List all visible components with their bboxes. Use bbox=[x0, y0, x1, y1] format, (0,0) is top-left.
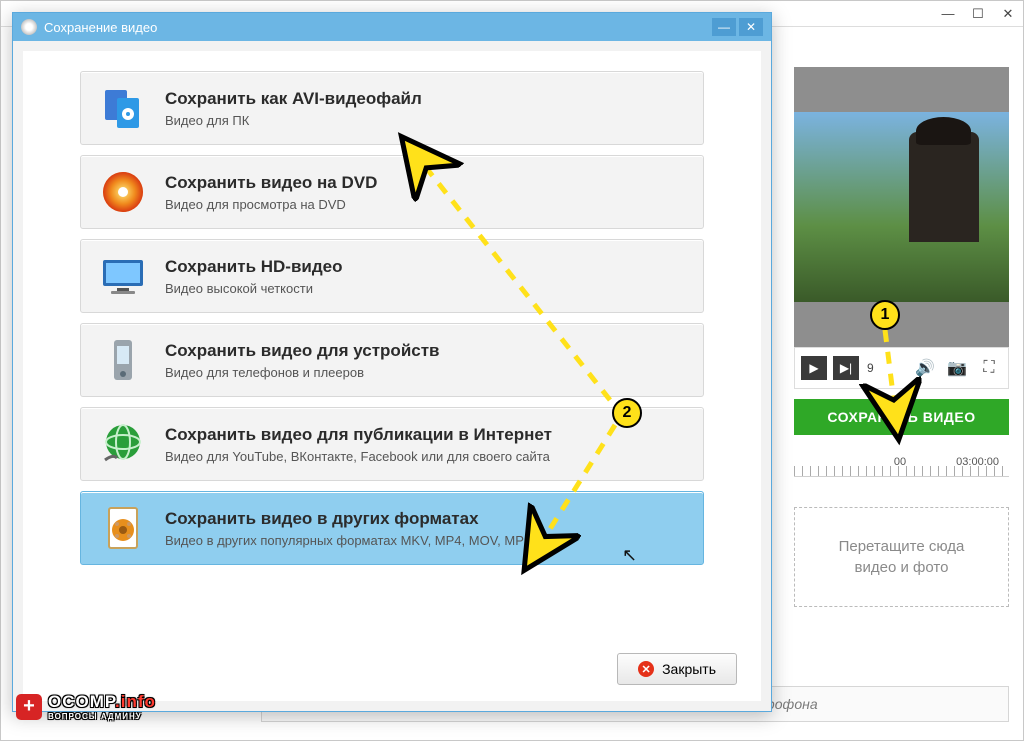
main-minimize-button[interactable]: — bbox=[935, 4, 961, 24]
annotation-badge-2: 2 bbox=[612, 398, 642, 428]
annotation-badge-1: 1 bbox=[870, 300, 900, 330]
preview-padding-top bbox=[794, 67, 1009, 112]
volume-icon[interactable]: 🔊 bbox=[912, 356, 938, 380]
option-save-hd[interactable]: Сохранить HD-видео Видео высокой четкост… bbox=[80, 239, 704, 313]
save-video-dialog: Сохранение видео — ✕ Сохранить как AVI-в… bbox=[12, 12, 772, 712]
option-save-devices[interactable]: Сохранить видео для устройств Видео для … bbox=[80, 323, 704, 397]
ruler-tick: 03:00:00 bbox=[956, 456, 999, 468]
option-save-avi[interactable]: Сохранить как AVI-видеофайл Видео для ПК bbox=[80, 71, 704, 145]
option-subtitle: Видео для ПК bbox=[165, 113, 422, 128]
dropzone-text: Перетащите сюда bbox=[805, 536, 998, 557]
option-subtitle: Видео высокой четкости bbox=[165, 281, 343, 296]
option-subtitle: Видео для телефонов и плееров bbox=[165, 365, 440, 380]
option-subtitle: Видео для YouTube, ВКонтакте, Facebook и… bbox=[165, 449, 552, 464]
video-frame bbox=[794, 112, 1009, 302]
dialog-close-button[interactable]: ✕ Закрыть bbox=[617, 653, 737, 685]
preview-padding-bottom bbox=[794, 302, 1009, 347]
option-title: Сохранить видео в других форматах bbox=[165, 509, 568, 529]
option-save-web[interactable]: Сохранить видео для публикации в Интерне… bbox=[80, 407, 704, 481]
option-title: Сохранить как AVI-видеофайл bbox=[165, 89, 422, 109]
mobile-device-icon bbox=[99, 336, 147, 384]
option-save-other-formats[interactable]: Сохранить видео в других форматах Видео … bbox=[80, 491, 704, 565]
globe-icon bbox=[99, 420, 147, 468]
cursor-icon: ↖ bbox=[622, 545, 637, 566]
option-title: Сохранить видео на DVD bbox=[165, 173, 377, 193]
dialog-icon bbox=[21, 19, 37, 35]
dvd-disc-icon bbox=[99, 168, 147, 216]
close-button-label: Закрыть bbox=[662, 661, 716, 677]
option-save-dvd[interactable]: Сохранить видео на DVD Видео для просмот… bbox=[80, 155, 704, 229]
snapshot-icon[interactable]: 📷 bbox=[944, 356, 970, 380]
option-title: Сохранить HD-видео bbox=[165, 257, 343, 277]
preview-panel: ▶ ▶| 9 🔊 📷 ⛶ СОХРАНИТЬ ВИДЕО 00 03:00:00… bbox=[794, 67, 1009, 607]
option-title: Сохранить видео для устройств bbox=[165, 341, 440, 361]
avi-file-icon bbox=[99, 84, 147, 132]
dialog-title: Сохранение видео bbox=[44, 20, 157, 35]
watermark-plus-icon: + bbox=[16, 694, 42, 720]
main-maximize-button[interactable]: ☐ bbox=[965, 4, 991, 24]
close-icon: ✕ bbox=[638, 661, 654, 677]
play-button[interactable]: ▶ bbox=[801, 356, 827, 380]
main-close-button[interactable]: ✕ bbox=[995, 4, 1021, 24]
save-video-button[interactable]: СОХРАНИТЬ ВИДЕО bbox=[794, 399, 1009, 435]
option-title: Сохранить видео для публикации в Интерне… bbox=[165, 425, 552, 445]
media-dropzone[interactable]: Перетащите сюда видео и фото bbox=[794, 507, 1009, 607]
dialog-footer: ✕ Закрыть bbox=[617, 653, 737, 685]
file-formats-icon bbox=[99, 504, 147, 552]
video-preview bbox=[794, 67, 1009, 347]
ruler-tick: 00 bbox=[894, 456, 906, 468]
dropzone-text: видео и фото bbox=[805, 557, 998, 578]
dialog-minimize-button[interactable]: — bbox=[712, 18, 736, 36]
watermark-text: OCOMP.info ВОПРОСЫ АДМИНУ bbox=[48, 692, 156, 721]
fullscreen-icon[interactable]: ⛶ bbox=[976, 356, 1002, 380]
option-subtitle: Видео для просмотра на DVD bbox=[165, 197, 377, 212]
timeline-ruler[interactable]: 00 03:00:00 bbox=[794, 447, 1009, 477]
dialog-titlebar: Сохранение видео — ✕ bbox=[13, 13, 771, 41]
next-button[interactable]: ▶| bbox=[833, 356, 859, 380]
preview-toolbar: ▶ ▶| 9 🔊 📷 ⛶ bbox=[794, 347, 1009, 389]
dialog-body: Сохранить как AVI-видеофайл Видео для ПК… bbox=[13, 41, 771, 711]
dialog-close-icon[interactable]: ✕ bbox=[739, 18, 763, 36]
option-subtitle: Видео в других популярных форматах MKV, … bbox=[165, 533, 568, 548]
hd-monitor-icon bbox=[99, 252, 147, 300]
time-display: 9 bbox=[867, 361, 874, 375]
watermark: + OCOMP.info ВОПРОСЫ АДМИНУ bbox=[16, 692, 156, 721]
